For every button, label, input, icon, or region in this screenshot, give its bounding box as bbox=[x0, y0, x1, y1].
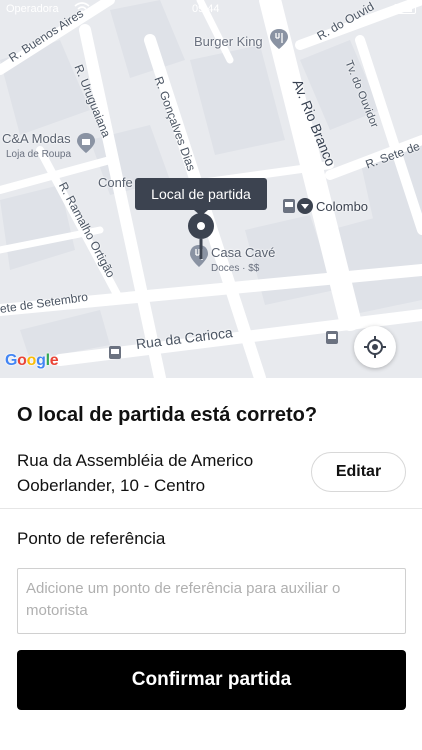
pickup-tooltip-text: Local de partida bbox=[151, 186, 251, 202]
status-carrier: Operadora bbox=[6, 3, 59, 15]
bus-stop-icon bbox=[109, 346, 121, 359]
cafe-icon bbox=[297, 198, 313, 214]
poi-sublabel: Doces · $$ bbox=[211, 263, 260, 274]
pickup-address: Rua da Assembléia de Americo Ooberlander… bbox=[17, 451, 254, 495]
poi-label: Confe bbox=[98, 175, 133, 190]
battery-icon bbox=[394, 4, 416, 14]
crosshair-icon bbox=[364, 336, 386, 358]
my-location-button[interactable] bbox=[354, 326, 396, 368]
map-view[interactable]: Operadora 09:44 R. Buenos Aires R. Urugu… bbox=[0, 0, 422, 378]
poi-sublabel: Loja de Roupa bbox=[6, 149, 72, 160]
divider bbox=[0, 508, 422, 509]
bus-stop-icon bbox=[283, 199, 295, 213]
poi-label: Colombo bbox=[316, 199, 369, 214]
confirm-pickup-button[interactable]: Confirmar partida bbox=[17, 650, 406, 710]
poi-label: Burger King bbox=[194, 34, 263, 49]
pickup-confirmation-sheet: O local de partida está correto? Rua da … bbox=[0, 378, 422, 750]
poi-label: C&A Modas bbox=[2, 131, 71, 146]
reference-input[interactable] bbox=[17, 568, 406, 634]
bus-stop-icon bbox=[326, 331, 338, 344]
status-time: 09:44 bbox=[192, 3, 220, 15]
shopping-icon bbox=[77, 133, 95, 153]
restaurant-icon bbox=[270, 29, 288, 49]
poi-label: Casa Cavé bbox=[211, 245, 276, 260]
google-logo: Google bbox=[5, 352, 59, 370]
google-logo-text: Google bbox=[5, 352, 59, 369]
edit-button[interactable]: Editar bbox=[311, 452, 406, 492]
reference-label: Ponto de referência bbox=[17, 529, 166, 548]
pickup-pin-icon[interactable] bbox=[187, 213, 215, 259]
pickup-tooltip: Local de partida bbox=[135, 178, 267, 216]
sheet-title: O local de partida está correto? bbox=[17, 404, 318, 426]
